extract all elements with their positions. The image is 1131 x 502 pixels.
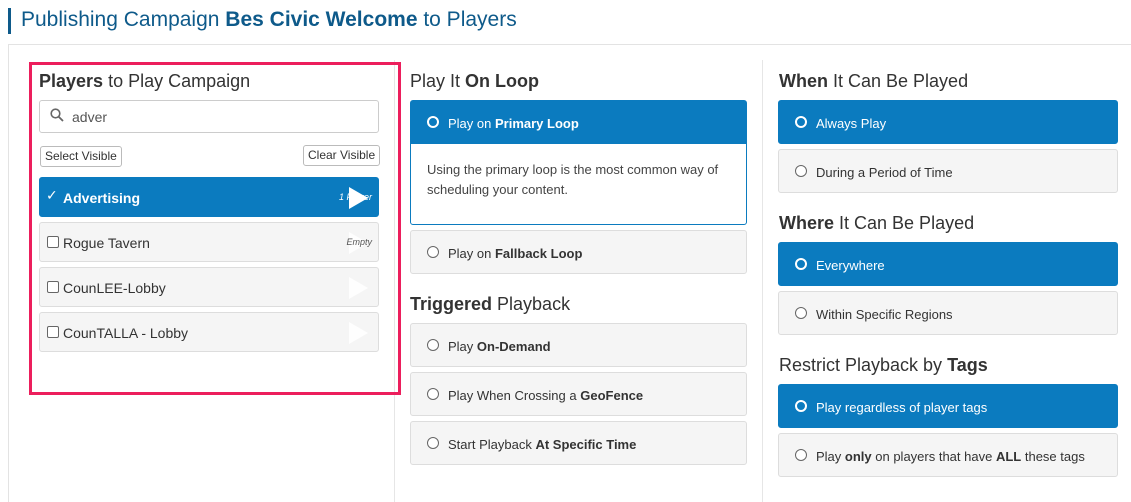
radio-selected-icon[interactable] xyxy=(795,116,807,128)
regardless-of-tags-label: Play regardless of player tags xyxy=(816,400,988,415)
when-title-rest: It Can Be Played xyxy=(828,71,969,91)
tags-title-pre: Restrict Playback by xyxy=(779,355,948,375)
label-text: Play on xyxy=(448,246,495,261)
label-bold: Fallback Loop xyxy=(494,246,583,261)
specific-regions-option[interactable]: Within Specific Regions xyxy=(778,291,1118,335)
label-bold: On-Demand xyxy=(476,339,551,354)
triggered-title-rest: Playback xyxy=(492,294,571,314)
specific-time-option[interactable]: Start Playback At Specific Time xyxy=(410,421,747,465)
radio-selected-icon[interactable] xyxy=(427,116,439,128)
loop-title-bold: On Loop xyxy=(465,71,540,91)
label-text: Play xyxy=(448,339,477,354)
radio-selected-icon[interactable] xyxy=(795,400,807,412)
label-bold: At Specific Time xyxy=(535,437,637,452)
period-of-time-label: During a Period of Time xyxy=(816,165,953,180)
triggered-section-title: Triggered Playback xyxy=(410,294,570,315)
campaign-name: Bes Civic Welcome xyxy=(225,8,418,31)
regardless-of-tags-option[interactable]: Play regardless of player tags xyxy=(778,384,1118,428)
radio-icon[interactable] xyxy=(427,246,439,258)
radio-icon[interactable] xyxy=(427,339,439,351)
primary-loop-header[interactable]: Play on Primary Loop xyxy=(411,101,746,144)
label-bold: Primary Loop xyxy=(494,116,579,131)
where-section-title: Where It Can Be Played xyxy=(779,213,974,234)
label-text: these tags xyxy=(1021,449,1085,464)
label-text: Start Playback xyxy=(448,437,536,452)
always-play-label: Always Play xyxy=(816,116,887,131)
title-prefix: Publishing Campaign xyxy=(21,8,226,31)
player-count-label: Empty xyxy=(346,237,372,247)
label-text: Play When Crossing a xyxy=(448,388,581,403)
player-count-label: 1 Player xyxy=(338,192,372,202)
period-of-time-option[interactable]: During a Period of Time xyxy=(778,149,1118,193)
specific-regions-label: Within Specific Regions xyxy=(816,307,953,322)
everywhere-option[interactable]: Everywhere xyxy=(778,242,1118,286)
column-divider xyxy=(762,60,763,502)
radio-icon[interactable] xyxy=(795,449,807,461)
page-header: Publishing Campaign Bes Civic Welcome to… xyxy=(0,0,1131,44)
geofence-option[interactable]: Play When Crossing a GeoFence xyxy=(410,372,747,416)
tags-title-bold: Tags xyxy=(947,355,988,375)
when-title-bold: When xyxy=(779,71,828,91)
on-demand-option[interactable]: Play On-Demand xyxy=(410,323,747,367)
label-bold: only xyxy=(844,449,872,464)
label-bold: GeoFence xyxy=(580,388,644,403)
title-suffix: to Players xyxy=(417,8,517,31)
radio-icon[interactable] xyxy=(795,165,807,177)
tags-section-title: Restrict Playback by Tags xyxy=(779,355,988,376)
radio-icon[interactable] xyxy=(427,388,439,400)
loop-title-pre: Play It xyxy=(410,71,466,91)
only-with-tags-option[interactable]: Play only on players that have ALL these… xyxy=(778,433,1118,477)
triggered-title-bold: Triggered xyxy=(410,294,493,314)
page-title: Publishing Campaign Bes Civic Welcome to… xyxy=(21,8,517,32)
primary-loop-option[interactable]: Play on Primary Loop Using the primary l… xyxy=(410,100,747,225)
where-title-rest: It Can Be Played xyxy=(834,213,975,233)
header-accent-bar xyxy=(8,8,11,34)
when-section-title: When It Can Be Played xyxy=(779,71,968,92)
where-title-bold: Where xyxy=(779,213,835,233)
always-play-option[interactable]: Always Play xyxy=(778,100,1118,144)
fallback-loop-option[interactable]: Play on Fallback Loop xyxy=(410,230,747,274)
geofence-label: Play When Crossing a GeoFence xyxy=(448,388,643,403)
only-with-tags-label: Play only on players that have ALL these… xyxy=(816,449,1085,464)
label-text: on players that have xyxy=(871,449,996,464)
fallback-loop-label: Play on Fallback Loop xyxy=(448,246,582,261)
primary-loop-description: Using the primary loop is the most commo… xyxy=(427,162,719,197)
loop-section-title: Play It On Loop xyxy=(410,71,539,92)
players-highlight-box xyxy=(29,62,401,395)
on-demand-label: Play On-Demand xyxy=(448,339,551,354)
radio-selected-icon[interactable] xyxy=(795,258,807,270)
everywhere-label: Everywhere xyxy=(816,258,885,273)
primary-loop-label: Play on Primary Loop xyxy=(448,116,579,131)
label-text: Play xyxy=(816,449,845,464)
specific-time-label: Start Playback At Specific Time xyxy=(448,437,636,452)
label-text: Play on xyxy=(448,116,495,131)
radio-icon[interactable] xyxy=(795,307,807,319)
radio-icon[interactable] xyxy=(427,437,439,449)
label-bold: ALL xyxy=(995,449,1022,464)
